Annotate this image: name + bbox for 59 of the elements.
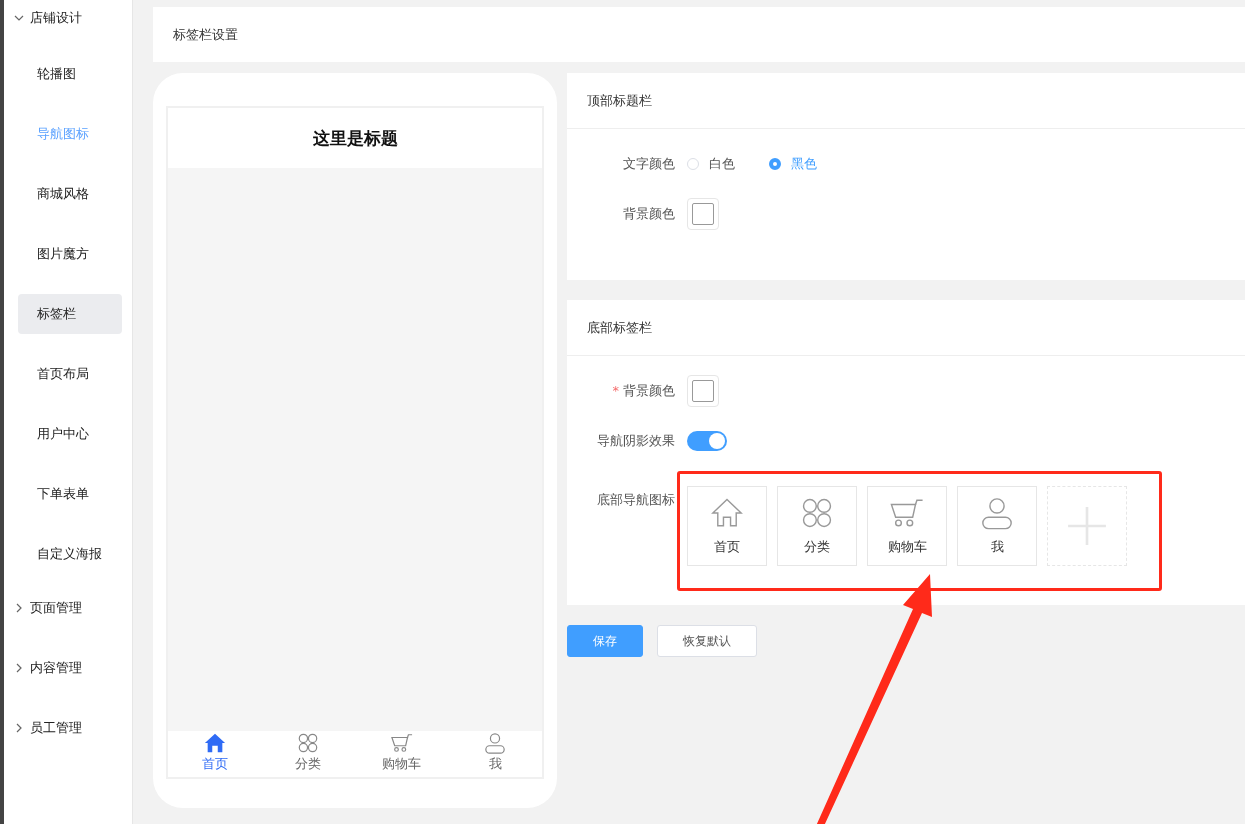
menu-item[interactable]: 轮播图 <box>18 54 122 94</box>
color-picker[interactable] <box>687 198 719 230</box>
section-heading: 顶部标题栏 <box>567 73 1245 129</box>
nav-icon-label: 分类 <box>804 538 830 556</box>
menu-item[interactable]: 下单表单 <box>18 474 122 514</box>
radio-option[interactable]: 白色 <box>687 155 735 173</box>
cart-icon <box>390 732 413 754</box>
preview-tab-label: 分类 <box>295 755 322 773</box>
field-label: * 背景颜色 <box>611 382 675 400</box>
radio-label: 白色 <box>709 155 735 173</box>
menu-item[interactable]: 首页布局 <box>18 354 122 394</box>
preview-tab-label: 首页 <box>201 755 228 773</box>
page-title: 标签栏设置 <box>173 25 238 44</box>
nav-icon-label: 我 <box>990 538 1004 556</box>
menu-item[interactable]: 商城风格 <box>18 174 122 214</box>
radio-label: 黑色 <box>791 155 817 173</box>
menu-group-label: 员工管理 <box>30 719 82 737</box>
color-picker[interactable] <box>687 375 719 407</box>
menu-group[interactable]: 内容管理 <box>4 654 132 682</box>
preview-tab[interactable]: 购物车 <box>355 731 449 777</box>
required-mark: * <box>612 383 619 398</box>
user-icon <box>484 732 507 754</box>
reset-button[interactable]: 恢复默认 <box>657 625 757 657</box>
menu-item[interactable]: 用户中心 <box>18 414 122 454</box>
preview-tab-label: 我 <box>488 755 502 773</box>
nav-icon-card[interactable]: 我 <box>957 486 1037 566</box>
menu-item[interactable]: 标签栏 <box>18 294 122 334</box>
grid-icon <box>297 732 320 754</box>
nav-icon-label: 首页 <box>714 538 740 556</box>
chevron-icon <box>14 663 24 673</box>
menu-group-label: 页面管理 <box>30 599 82 617</box>
chevron-icon <box>14 603 24 613</box>
preview-tab[interactable]: 我 <box>448 731 542 777</box>
user-icon <box>980 496 1014 530</box>
chevron-icon <box>14 723 24 733</box>
field-label: 导航阴影效果 <box>596 432 675 450</box>
nav-icon-card[interactable]: 购物车 <box>867 486 947 566</box>
chevron-icon <box>14 13 24 23</box>
menu-group[interactable]: 店铺设计 <box>4 4 132 32</box>
menu-item[interactable]: 图片魔方 <box>18 234 122 274</box>
grid-icon <box>800 496 834 530</box>
preview-tab[interactable]: 分类 <box>261 731 355 777</box>
menu-item[interactable]: 自定义海报 <box>18 534 122 574</box>
menu-group-label: 内容管理 <box>30 659 82 677</box>
section-heading: 底部标签栏 <box>567 300 1245 356</box>
menu-group[interactable]: 页面管理 <box>4 594 132 622</box>
menu-group[interactable]: 员工管理 <box>4 714 132 742</box>
field-label: 底部导航图标 <box>596 491 675 509</box>
home-icon <box>203 732 226 754</box>
preview-tab[interactable]: 首页 <box>168 731 262 777</box>
nav-icon-card[interactable]: 分类 <box>777 486 857 566</box>
menu-group-label: 店铺设计 <box>30 9 82 27</box>
field-label: 背景颜色 <box>622 205 675 223</box>
preview-tab-label: 购物车 <box>382 755 422 773</box>
nav-icon-label: 购物车 <box>887 538 927 556</box>
nav-icon-card[interactable]: 首页 <box>687 486 767 566</box>
plus-icon <box>1066 505 1108 547</box>
field-label: 文字颜色 <box>622 155 675 173</box>
toggle-switch[interactable] <box>687 431 727 451</box>
